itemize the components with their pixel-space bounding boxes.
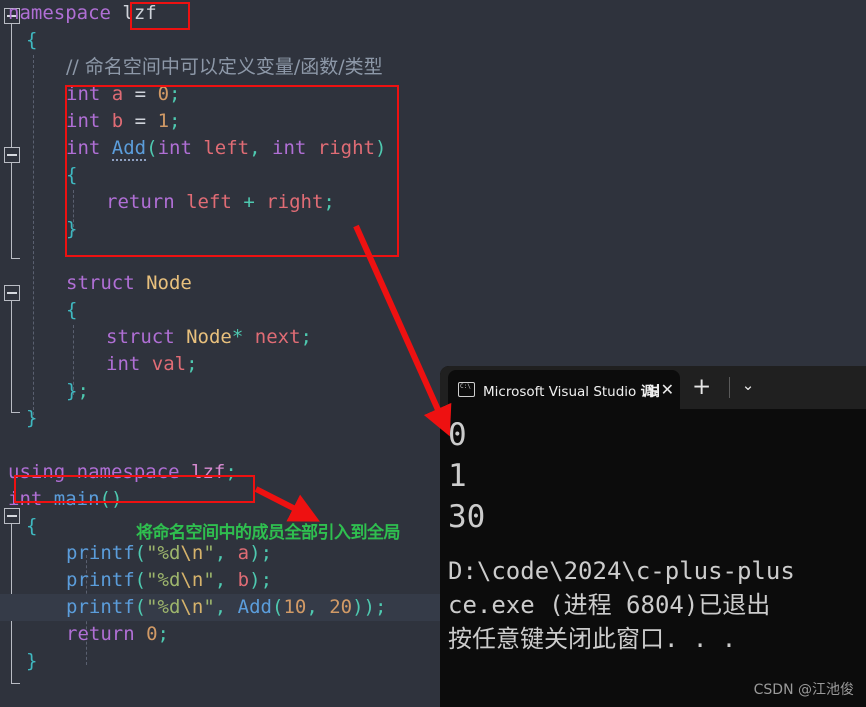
code-token: }: [26, 650, 38, 672]
terminal-exit-message: D:\code\2024\c-plus-plus ce.exe (进程 6804)…: [448, 554, 866, 656]
code-token: )): [352, 596, 375, 618]
code-line[interactable]: struct Node* next;: [0, 324, 866, 351]
code-token: printf: [66, 569, 135, 591]
code-token: int: [106, 353, 141, 375]
code-token: (: [134, 596, 147, 618]
code-token: \n: [180, 596, 204, 618]
code-token: }: [26, 407, 38, 429]
terminal-titlebar[interactable]: C:\ Microsoft Visual Studio 调试控 ✕ + ⌄: [440, 366, 866, 409]
terminal-output-line: 30: [448, 499, 486, 535]
code-token: ;: [260, 569, 273, 591]
code-token: ;: [260, 542, 273, 564]
console-icon: C:\: [458, 382, 475, 397]
code-token: }: [66, 380, 78, 402]
code-token: {: [26, 515, 38, 537]
code-token: ;: [157, 623, 169, 645]
code-token: (: [271, 596, 284, 618]
code-token: printf: [66, 596, 135, 618]
csdn-watermark: CSDN @江池俊: [753, 682, 854, 698]
code-line[interactable]: // 命名空间中可以定义变量/函数/类型: [0, 54, 866, 81]
terminal-output-values: 0 1 30: [448, 415, 866, 538]
code-token: 10: [283, 596, 307, 618]
code-token: {: [26, 29, 38, 51]
code-token: "%d: [146, 542, 181, 564]
code-token: next: [254, 326, 301, 348]
code-line[interactable]: {: [0, 27, 866, 54]
code-token: 20: [329, 596, 353, 618]
terminal-message-line: D:\code\2024\c-plus-plus: [448, 557, 795, 585]
code-token: ,: [214, 542, 238, 564]
code-token: // 命名空间中可以定义变量/函数/类型: [66, 56, 383, 78]
terminal-output-line: 0: [448, 417, 467, 453]
code-token: ,: [214, 569, 238, 591]
code-token: b: [237, 569, 250, 591]
code-token: ;: [375, 596, 387, 618]
code-token: struct: [106, 326, 175, 348]
chevron-down-icon[interactable]: ⌄: [732, 376, 764, 394]
code-token: ": [203, 596, 215, 618]
code-token: Node: [186, 326, 232, 348]
terminal-tab-title-cn: 调试控: [640, 383, 659, 400]
terminal-tab-title-prefix: Microsoft Visual Studio: [483, 383, 641, 400]
terminal-tab[interactable]: C:\ Microsoft Visual Studio 调试控 ✕: [448, 370, 680, 409]
terminal-window[interactable]: C:\ Microsoft Visual Studio 调试控 ✕ + ⌄ 0 1…: [440, 366, 866, 707]
code-token: a: [237, 542, 250, 564]
code-token: 0: [146, 623, 158, 645]
terminal-tab-title: Microsoft Visual Studio 调试控: [483, 380, 659, 400]
code-token: (: [134, 542, 147, 564]
titlebar-divider: [729, 377, 730, 398]
code-token: val: [151, 353, 187, 375]
new-tab-icon[interactable]: +: [692, 376, 711, 399]
code-token: {: [66, 299, 78, 321]
annotation-note-green: 将命名空间中的成员全部引入到全局: [136, 523, 401, 543]
code-token: *: [231, 326, 244, 348]
code-line[interactable]: {: [0, 297, 866, 324]
code-token: ,: [214, 596, 238, 618]
terminal-output-line: 1: [448, 458, 467, 494]
code-token: ,: [306, 596, 330, 618]
code-token: ": [203, 569, 215, 591]
code-token: struct: [66, 272, 135, 294]
code-token: ;: [77, 380, 89, 402]
code-token: "%d: [146, 596, 181, 618]
code-token: namespace: [8, 2, 123, 24]
code-token: ": [203, 542, 215, 564]
code-token: ): [249, 569, 261, 591]
code-token: Node: [146, 272, 192, 294]
code-token: (: [134, 569, 147, 591]
code-token: return: [66, 623, 135, 645]
code-token: \n: [180, 542, 204, 564]
code-token: ;: [300, 326, 312, 348]
highlight-box-namespace-name: [130, 2, 190, 30]
terminal-message-line: ce.exe (进程 6804)已退出: [448, 591, 771, 619]
code-token: \n: [180, 569, 204, 591]
terminal-output-gap: [448, 538, 866, 554]
code-token: "%d: [146, 569, 181, 591]
code-token: Add: [237, 596, 272, 618]
highlight-box-namespace-body: [65, 85, 399, 257]
close-icon[interactable]: ✕: [661, 380, 674, 399]
terminal-message-line: 按任意键关闭此窗口. . .: [448, 625, 737, 653]
code-token: printf: [66, 542, 135, 564]
highlight-box-using-namespace: [14, 475, 255, 503]
code-line[interactable]: struct Node: [0, 270, 866, 297]
code-token: ): [249, 542, 261, 564]
terminal-output[interactable]: 0 1 30 D:\code\2024\c-plus-plus ce.exe (进程 …: [440, 409, 866, 707]
code-token: ;: [186, 353, 198, 375]
